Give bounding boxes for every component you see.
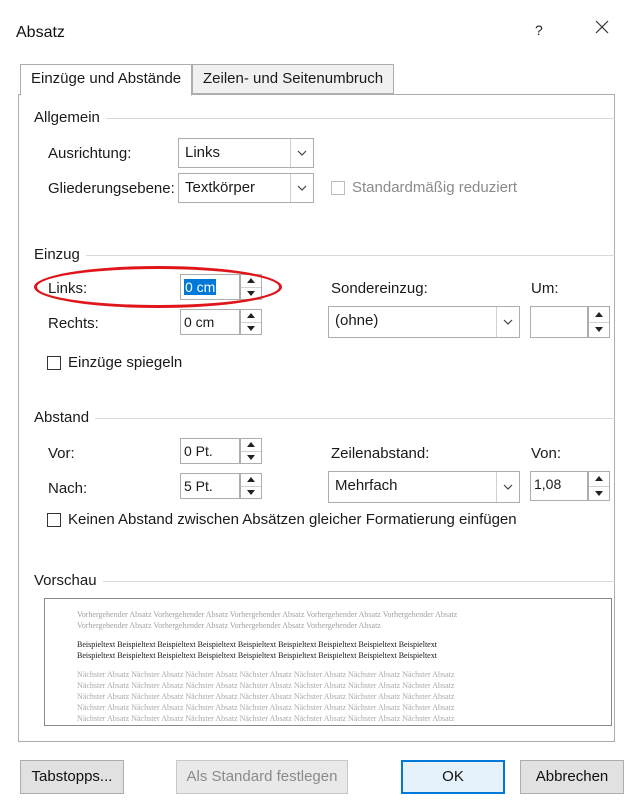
preview-current-line: Beispieltext Beispieltext Beispieltext B… bbox=[77, 651, 437, 660]
spin-up-icon[interactable] bbox=[241, 439, 261, 451]
alignment-select[interactable]: Links bbox=[178, 138, 314, 168]
spacing-before-input[interactable]: 0 Pt. bbox=[180, 438, 240, 464]
indent-by-input[interactable] bbox=[530, 306, 588, 338]
group-general-title: Allgemein bbox=[34, 109, 106, 126]
preview-next-line: Nächster Absatz Nächster Absatz Nächster… bbox=[77, 670, 455, 679]
paragraph-preview: Vorhergehender Absatz Vorhergehender Abs… bbox=[44, 598, 612, 726]
no-space-same-style-label: Keinen Abstand zwischen Absätzen gleiche… bbox=[68, 511, 517, 528]
spin-down-icon[interactable] bbox=[589, 485, 609, 501]
chevron-down-icon bbox=[496, 472, 519, 502]
group-divider bbox=[34, 118, 615, 119]
preview-next-line: Nächster Absatz Nächster Absatz Nächster… bbox=[77, 681, 455, 690]
preview-next-line: Nächster Absatz Nächster Absatz Nächster… bbox=[77, 692, 455, 701]
spacing-after-spinner[interactable] bbox=[240, 473, 262, 499]
group-preview-title: Vorschau bbox=[34, 572, 103, 589]
line-spacing-value: Mehrfach bbox=[335, 477, 398, 494]
chevron-down-icon bbox=[496, 307, 519, 337]
chevron-down-icon bbox=[290, 174, 313, 202]
indent-right-label: Rechts: bbox=[48, 315, 99, 332]
group-spacing-title: Abstand bbox=[34, 409, 96, 426]
set-default-button[interactable]: Als Standard festlegen bbox=[176, 760, 348, 794]
spacing-after-input[interactable]: 5 Pt. bbox=[180, 473, 240, 499]
preview-current-paragraph: Beispieltext Beispieltext Beispieltext B… bbox=[77, 639, 581, 661]
special-indent-value: (ohne) bbox=[335, 312, 379, 329]
tab-line-page-breaks[interactable]: Zeilen- und Seitenumbruch bbox=[192, 64, 395, 94]
preview-previous-line: Vorhergehender Absatz Vorhergehender Abs… bbox=[77, 621, 381, 630]
line-spacing-label: Zeilenabstand: bbox=[331, 445, 430, 462]
indent-left-label: Links: bbox=[48, 280, 88, 297]
mirror-indents-checkbox[interactable] bbox=[47, 356, 61, 370]
line-spacing-at-label: Von: bbox=[531, 445, 562, 462]
mirror-indents-label: Einzüge spiegeln bbox=[68, 354, 183, 371]
spin-down-icon[interactable] bbox=[241, 286, 261, 300]
special-indent-label: Sondereinzug: bbox=[331, 280, 428, 297]
line-spacing-select[interactable]: Mehrfach bbox=[328, 471, 520, 503]
close-icon[interactable] bbox=[592, 17, 612, 37]
tabs-button[interactable]: Tabstopps... bbox=[20, 760, 124, 794]
outline-level-select[interactable]: Textkörper bbox=[178, 173, 314, 203]
spin-down-icon[interactable] bbox=[241, 321, 261, 335]
outline-level-value: Textkörper bbox=[185, 179, 256, 196]
group-divider bbox=[34, 418, 615, 419]
spin-up-icon[interactable] bbox=[589, 307, 609, 322]
outline-level-label: Gliederungsebene: bbox=[48, 180, 175, 197]
no-space-same-style-checkbox[interactable] bbox=[47, 513, 61, 527]
line-spacing-at-input[interactable]: 1,08 bbox=[530, 471, 588, 501]
preview-current-line: Beispieltext Beispieltext Beispieltext B… bbox=[77, 640, 437, 649]
cancel-button[interactable]: Abbrechen bbox=[520, 760, 624, 794]
collapsed-by-default-checkbox[interactable] bbox=[331, 181, 345, 195]
group-indent-title: Einzug bbox=[34, 246, 86, 263]
spacing-after-label: Nach: bbox=[48, 480, 88, 497]
indent-right-spinner[interactable] bbox=[240, 309, 262, 335]
indent-left-spinner[interactable] bbox=[240, 274, 262, 300]
special-indent-select[interactable]: (ohne) bbox=[328, 306, 520, 338]
spin-down-icon[interactable] bbox=[241, 450, 261, 464]
chevron-down-icon bbox=[290, 139, 313, 167]
group-divider bbox=[34, 581, 615, 582]
help-button[interactable]: ? bbox=[535, 22, 543, 38]
preview-next-line: Nächster Absatz Nächster Absatz Nächster… bbox=[77, 703, 455, 712]
indent-right-input[interactable]: 0 cm bbox=[180, 309, 240, 335]
alignment-value: Links bbox=[185, 144, 221, 161]
dialog-title: Absatz bbox=[16, 24, 65, 41]
spin-up-icon[interactable] bbox=[241, 275, 261, 287]
spin-down-icon[interactable] bbox=[241, 485, 261, 499]
spin-up-icon[interactable] bbox=[241, 310, 261, 322]
indent-by-label: Um: bbox=[531, 280, 559, 297]
tab-indents-spacing[interactable]: Einzüge und Abstände bbox=[20, 64, 193, 96]
indent-left-value: 0 cm bbox=[184, 279, 217, 295]
spin-down-icon[interactable] bbox=[589, 321, 609, 338]
indent-left-input[interactable]: 0 cm bbox=[180, 274, 240, 300]
spacing-before-label: Vor: bbox=[48, 445, 75, 462]
preview-next-line: Nächster Absatz Nächster Absatz Nächster… bbox=[77, 714, 455, 723]
indent-by-spinner[interactable] bbox=[588, 306, 610, 338]
spin-up-icon[interactable] bbox=[589, 472, 609, 486]
collapsed-by-default-label: Standardmäßig reduziert bbox=[352, 179, 518, 196]
spacing-before-spinner[interactable] bbox=[240, 438, 262, 464]
alignment-label: Ausrichtung: bbox=[48, 145, 132, 162]
spin-up-icon[interactable] bbox=[241, 474, 261, 486]
group-divider bbox=[34, 255, 615, 256]
ok-button[interactable]: OK bbox=[401, 760, 505, 794]
preview-previous-line: Vorhergehender Absatz Vorhergehender Abs… bbox=[77, 610, 458, 619]
line-spacing-at-spinner[interactable] bbox=[588, 471, 610, 501]
